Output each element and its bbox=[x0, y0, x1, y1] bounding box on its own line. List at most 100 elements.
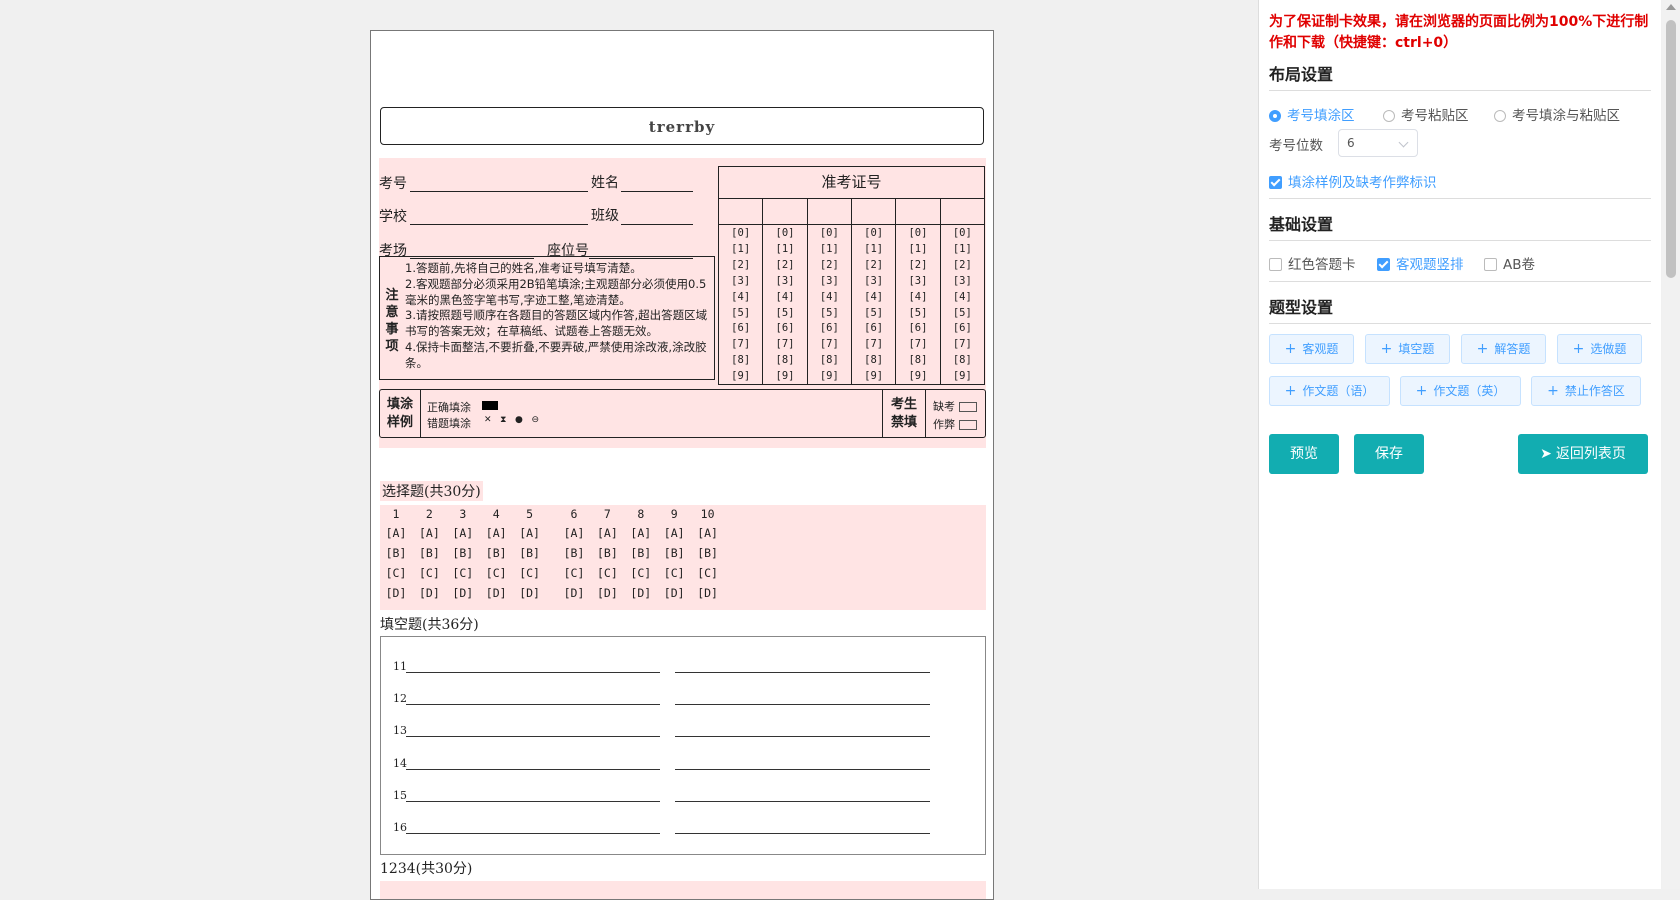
option-bubble[interactable]: [B] bbox=[447, 543, 479, 563]
option-bubble[interactable]: [D] bbox=[658, 583, 690, 603]
option-bubble[interactable]: [C] bbox=[625, 563, 657, 583]
add-chinese-essay-button[interactable]: + 作文题（语） bbox=[1269, 376, 1390, 406]
radio-exam-no-fill[interactable]: 考号填涂区 bbox=[1269, 104, 1355, 124]
blank-section-title[interactable]: 填空题(共36分) bbox=[380, 614, 479, 634]
save-button[interactable]: 保存 bbox=[1354, 434, 1424, 474]
choice-section-title[interactable]: 选择题(共30分) bbox=[380, 481, 483, 501]
option-bubble[interactable]: [B] bbox=[692, 543, 724, 563]
preview-button[interactable]: 预览 bbox=[1269, 434, 1339, 474]
digit-bubble[interactable]: [1] bbox=[852, 242, 895, 258]
option-bubble[interactable]: [C] bbox=[591, 563, 623, 583]
digit-bubble[interactable]: [8] bbox=[852, 353, 895, 369]
exam-title[interactable]: trerrby bbox=[380, 107, 984, 145]
option-bubble[interactable]: [B] bbox=[380, 543, 412, 563]
option-bubble[interactable]: [D] bbox=[447, 583, 479, 603]
digit-bubble[interactable]: [7] bbox=[719, 337, 762, 353]
option-bubble[interactable]: [A] bbox=[514, 523, 546, 543]
digit-bubble[interactable]: [0] bbox=[852, 226, 895, 242]
option-bubble[interactable]: [B] bbox=[625, 543, 657, 563]
digit-bubble[interactable]: [1] bbox=[719, 242, 762, 258]
digit-bubble[interactable]: [9] bbox=[941, 369, 984, 385]
option-bubble[interactable]: [C] bbox=[558, 563, 590, 583]
digit-bubble[interactable]: [3] bbox=[808, 274, 851, 290]
digit-bubble[interactable]: [4] bbox=[896, 290, 939, 306]
option-bubble[interactable]: [A] bbox=[447, 523, 479, 543]
digit-bubble[interactable]: [9] bbox=[852, 369, 895, 385]
digit-bubble[interactable]: [6] bbox=[941, 321, 984, 337]
digit-bubble[interactable]: [1] bbox=[763, 242, 806, 258]
option-bubble[interactable]: [A] bbox=[591, 523, 623, 543]
digit-bubble[interactable]: [5] bbox=[719, 306, 762, 322]
option-bubble[interactable]: [C] bbox=[480, 563, 512, 583]
digit-bubble[interactable]: [5] bbox=[808, 306, 851, 322]
option-bubble[interactable]: [C] bbox=[413, 563, 445, 583]
checkbox-red-card[interactable]: 红色答题卡 bbox=[1269, 253, 1356, 273]
option-bubble[interactable]: [D] bbox=[591, 583, 623, 603]
option-bubble[interactable]: [B] bbox=[658, 543, 690, 563]
option-bubble[interactable]: [A] bbox=[658, 523, 690, 543]
digit-bubble[interactable]: [7] bbox=[852, 337, 895, 353]
digit-bubble[interactable]: [2] bbox=[808, 258, 851, 274]
digit-bubble[interactable]: [4] bbox=[941, 290, 984, 306]
digit-bubble[interactable]: [5] bbox=[852, 306, 895, 322]
digit-bubble[interactable]: [7] bbox=[896, 337, 939, 353]
option-bubble[interactable]: [D] bbox=[625, 583, 657, 603]
digit-bubble[interactable]: [4] bbox=[808, 290, 851, 306]
digit-bubble[interactable]: [8] bbox=[763, 353, 806, 369]
option-bubble[interactable]: [D] bbox=[480, 583, 512, 603]
option-bubble[interactable]: [C] bbox=[380, 563, 412, 583]
digit-bubble[interactable]: [8] bbox=[896, 353, 939, 369]
back-to-list-button[interactable]: ➤ 返回列表页 bbox=[1518, 434, 1648, 474]
option-bubble[interactable]: [D] bbox=[692, 583, 724, 603]
digit-bubble[interactable]: [1] bbox=[896, 242, 939, 258]
digit-bubble[interactable]: [0] bbox=[719, 226, 762, 242]
option-bubble[interactable]: [A] bbox=[558, 523, 590, 543]
digit-bubble[interactable]: [7] bbox=[941, 337, 984, 353]
digit-bubble[interactable]: [9] bbox=[808, 369, 851, 385]
option-bubble[interactable]: [C] bbox=[658, 563, 690, 583]
option-bubble[interactable]: [D] bbox=[413, 583, 445, 603]
option-bubble[interactable]: [B] bbox=[480, 543, 512, 563]
add-solution-button[interactable]: + 解答题 bbox=[1461, 334, 1546, 364]
digit-bubble[interactable]: [6] bbox=[852, 321, 895, 337]
checkbox-vertical-objective[interactable]: 客观题竖排 bbox=[1377, 253, 1464, 273]
option-bubble[interactable]: [C] bbox=[514, 563, 546, 583]
digit-bubble[interactable]: [2] bbox=[763, 258, 806, 274]
digit-bubble[interactable]: [6] bbox=[719, 321, 762, 337]
digit-bubble[interactable]: [5] bbox=[763, 306, 806, 322]
option-bubble[interactable]: [D] bbox=[514, 583, 546, 603]
add-optional-button[interactable]: + 选做题 bbox=[1557, 334, 1642, 364]
option-bubble[interactable]: [B] bbox=[558, 543, 590, 563]
digit-bubble[interactable]: [0] bbox=[808, 226, 851, 242]
option-bubble[interactable]: [B] bbox=[591, 543, 623, 563]
digit-bubble[interactable]: [3] bbox=[719, 274, 762, 290]
digit-bubble[interactable]: [3] bbox=[852, 274, 895, 290]
add-blank-button[interactable]: + 填空题 bbox=[1365, 334, 1450, 364]
digit-bubble[interactable]: [2] bbox=[896, 258, 939, 274]
add-objective-button[interactable]: + 客观题 bbox=[1269, 334, 1354, 364]
digit-bubble[interactable]: [3] bbox=[896, 274, 939, 290]
radio-exam-no-fill-and-paste[interactable]: 考号填涂与粘贴区 bbox=[1494, 104, 1620, 124]
digit-bubble[interactable]: [1] bbox=[808, 242, 851, 258]
digit-bubble[interactable]: [5] bbox=[941, 306, 984, 322]
digits-select[interactable]: 6 bbox=[1338, 129, 1418, 157]
digit-bubble[interactable]: [8] bbox=[719, 353, 762, 369]
option-bubble[interactable]: [D] bbox=[558, 583, 590, 603]
option-bubble[interactable]: [A] bbox=[413, 523, 445, 543]
option-bubble[interactable]: [C] bbox=[692, 563, 724, 583]
option-bubble[interactable]: [B] bbox=[413, 543, 445, 563]
digit-bubble[interactable]: [6] bbox=[896, 321, 939, 337]
option-bubble[interactable]: [D] bbox=[380, 583, 412, 603]
digit-bubble[interactable]: [0] bbox=[763, 226, 806, 242]
add-english-essay-button[interactable]: + 作文题（英） bbox=[1400, 376, 1521, 406]
scroll-thumb[interactable] bbox=[1666, 20, 1676, 278]
add-no-answer-zone-button[interactable]: + 禁止作答区 bbox=[1531, 376, 1641, 406]
option-bubble[interactable]: [A] bbox=[625, 523, 657, 543]
digit-bubble[interactable]: [2] bbox=[852, 258, 895, 274]
digit-bubble[interactable]: [3] bbox=[941, 274, 984, 290]
digit-bubble[interactable]: [7] bbox=[808, 337, 851, 353]
checkbox-ab-paper[interactable]: AB卷 bbox=[1484, 253, 1535, 273]
digit-bubble[interactable]: [2] bbox=[719, 258, 762, 274]
digit-bubble[interactable]: [9] bbox=[719, 369, 762, 385]
digit-bubble[interactable]: [3] bbox=[763, 274, 806, 290]
